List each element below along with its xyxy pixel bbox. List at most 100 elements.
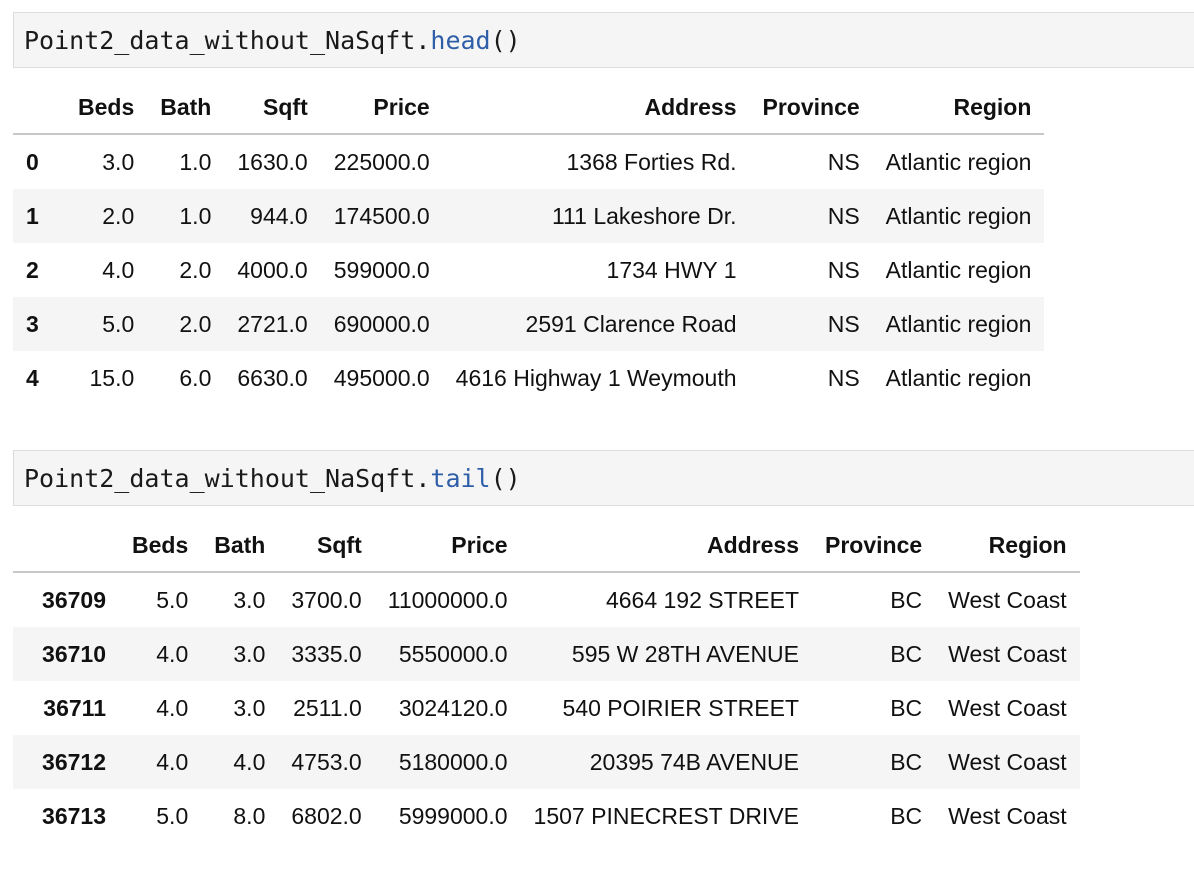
column-header-region: Region — [935, 519, 1080, 573]
table-row: 3 5.0 2.0 2721.0 690000.0 2591 Clarence … — [13, 297, 1045, 351]
code-cell-tail[interactable]: Point2_data_without_NaSqft.tail() — [13, 450, 1194, 506]
cell-bath: 2.0 — [179, 256, 212, 283]
column-header-province: Province — [749, 81, 873, 135]
table-row: 36711 4.0 3.0 2511.0 3024120.0 540 POIRI… — [13, 681, 1080, 735]
cell-address: 4664 192 STREET — [605, 586, 800, 613]
cell-address: 111 Lakeshore Dr. — [551, 202, 737, 229]
cell-address: 1507 PINECREST DRIVE — [533, 802, 800, 829]
cell-price: 174500.0 — [333, 202, 430, 229]
cell-province: BC — [890, 640, 923, 667]
cell-sqft: 944.0 — [250, 202, 308, 229]
code-method: tail — [430, 464, 491, 493]
column-header-price: Price — [320, 81, 443, 135]
cell-sqft: 4753.0 — [291, 748, 362, 775]
cell-price: 5999000.0 — [398, 802, 508, 829]
cell-sqft: 3335.0 — [291, 640, 362, 667]
table-row: 36710 4.0 3.0 3335.0 5550000.0 595 W 28T… — [13, 627, 1080, 681]
row-index: 36710 — [42, 640, 106, 667]
cell-region: Atlantic region — [885, 202, 1032, 229]
row-index: 36709 — [42, 586, 106, 613]
cell-region: Atlantic region — [885, 148, 1032, 175]
row-index: 2 — [26, 256, 39, 283]
column-header-beds: Beds — [119, 519, 202, 573]
code-cell-head[interactable]: Point2_data_without_NaSqft.head() — [13, 12, 1194, 68]
cell-beds: 4.0 — [156, 640, 189, 667]
column-header-address: Address — [520, 519, 813, 573]
cell-province: BC — [890, 802, 923, 829]
column-header-province: Province — [812, 519, 936, 573]
cell-region: West Coast — [948, 802, 1067, 829]
code-object: Point2_data_without_NaSqft — [24, 26, 416, 55]
table-header-row: Beds Bath Sqft Price Address Province Re… — [13, 519, 1080, 573]
column-header-region: Region — [872, 81, 1045, 135]
row-index: 36712 — [42, 748, 106, 775]
cell-region: West Coast — [948, 586, 1067, 613]
cell-price: 3024120.0 — [398, 694, 508, 721]
cell-bath: 1.0 — [179, 148, 212, 175]
column-header-index — [13, 519, 119, 573]
cell-sqft: 2721.0 — [237, 310, 308, 337]
cell-region: West Coast — [948, 694, 1067, 721]
column-header-sqft: Sqft — [224, 81, 321, 135]
cell-beds: 4.0 — [156, 748, 189, 775]
cell-province: NS — [827, 310, 860, 337]
row-index: 4 — [26, 364, 39, 391]
row-index: 1 — [26, 202, 39, 229]
cell-beds: 4.0 — [102, 256, 135, 283]
cell-sqft: 2511.0 — [293, 694, 362, 721]
cell-bath: 3.0 — [233, 640, 266, 667]
code-object: Point2_data_without_NaSqft — [24, 464, 416, 493]
cell-bath: 6.0 — [179, 364, 212, 391]
cell-sqft: 6630.0 — [237, 364, 308, 391]
cell-sqft: 4000.0 — [237, 256, 308, 283]
cell-price: 225000.0 — [333, 148, 430, 175]
dataframe-output-tail: Beds Bath Sqft Price Address Province Re… — [13, 519, 1080, 843]
cell-address: 595 W 28TH AVENUE — [571, 640, 800, 667]
cell-province: BC — [890, 748, 923, 775]
cell-region: Atlantic region — [885, 310, 1032, 337]
table-row: 4 15.0 6.0 6630.0 495000.0 4616 Highway … — [13, 351, 1044, 405]
cell-beds: 5.0 — [156, 802, 189, 829]
table-row: 36712 4.0 4.0 4753.0 5180000.0 20395 74B… — [13, 735, 1080, 789]
table-row: 36709 5.0 3.0 3700.0 11000000.0 4664 192… — [13, 572, 1080, 627]
column-header-beds: Beds — [65, 81, 148, 135]
cell-bath: 1.0 — [179, 202, 212, 229]
cell-province: NS — [827, 202, 860, 229]
cell-address: 2591 Clarence Road — [525, 310, 737, 337]
column-header-index — [13, 81, 65, 135]
column-header-sqft: Sqft — [278, 519, 375, 573]
cell-beds: 4.0 — [156, 694, 189, 721]
cell-sqft: 6802.0 — [291, 802, 362, 829]
code-method: head — [430, 26, 491, 55]
cell-address: 20395 74B AVENUE — [589, 748, 800, 775]
code-dot: . — [415, 26, 431, 55]
cell-region: Atlantic region — [885, 364, 1032, 391]
column-header-bath: Bath — [147, 81, 225, 135]
table-row: 0 3.0 1.0 1630.0 225000.0 1368 Forties R… — [13, 134, 1044, 189]
cell-price: 495000.0 — [333, 364, 430, 391]
cell-address: 540 POIRIER STREET — [562, 694, 800, 721]
cell-address: 1734 HWY 1 — [606, 256, 737, 283]
code-dot: . — [415, 464, 431, 493]
table-header-row: Beds Bath Sqft Price Address Province Re… — [13, 81, 1045, 135]
cell-province: BC — [890, 586, 923, 613]
cell-sqft: 1630.0 — [237, 148, 308, 175]
cell-bath: 3.0 — [233, 586, 266, 613]
cell-bath: 3.0 — [233, 694, 266, 721]
cell-beds: 5.0 — [156, 586, 189, 613]
column-header-bath: Bath — [201, 519, 279, 573]
row-index: 3 — [26, 310, 39, 337]
cell-beds: 3.0 — [102, 148, 135, 175]
cell-address: 4616 Highway 1 Weymouth — [455, 364, 737, 391]
cell-beds: 5.0 — [102, 310, 135, 337]
cell-address: 1368 Forties Rd. — [566, 148, 737, 175]
cell-sqft: 3700.0 — [291, 586, 362, 613]
cell-price: 690000.0 — [333, 310, 430, 337]
table-row: 36713 5.0 8.0 6802.0 5999000.0 1507 PINE… — [13, 789, 1080, 843]
table-row: 1 2.0 1.0 944.0 174500.0 111 Lakeshore D… — [13, 189, 1045, 243]
cell-beds: 2.0 — [102, 202, 135, 229]
cell-region: West Coast — [948, 640, 1067, 667]
cell-province: BC — [890, 694, 923, 721]
dataframe-output-head: Beds Bath Sqft Price Address Province Re… — [13, 81, 1045, 405]
column-header-price: Price — [374, 519, 521, 573]
